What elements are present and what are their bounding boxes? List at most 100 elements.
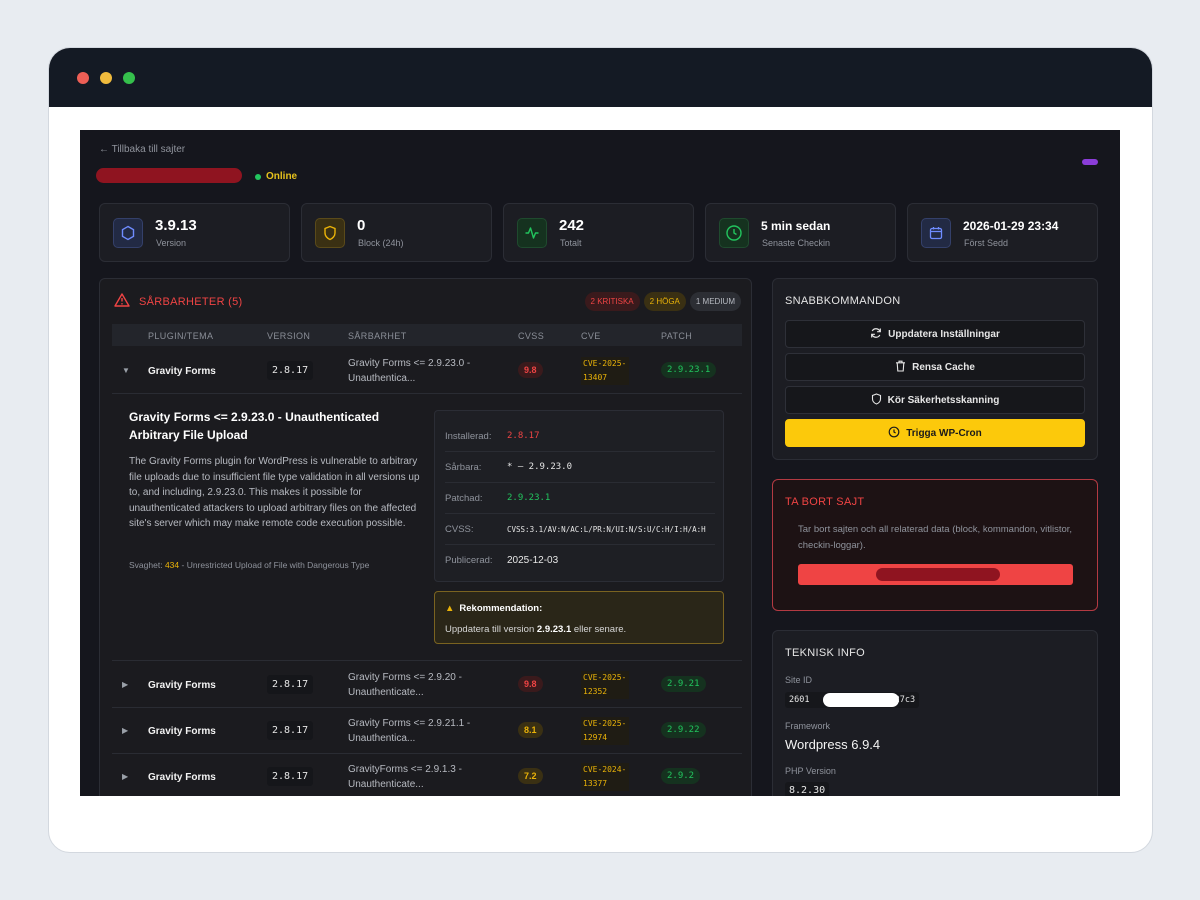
warning-icon: ▲ [445, 603, 455, 614]
high-badge: 2 HÖGA [643, 292, 686, 311]
framework-value: Wordpress 6.9.4 [785, 737, 881, 752]
vulnerabilities-header: SÅRBARHETER (5) [114, 293, 243, 310]
plugin-name: Gravity Forms [148, 366, 216, 377]
cvss-score: 8.1 [518, 722, 543, 738]
patch-version: 2.9.21 [661, 676, 706, 692]
field-label: Sårbara: [445, 462, 482, 473]
patch-version: 2.9.2 [661, 768, 701, 784]
plugin-name: Gravity Forms [148, 726, 216, 737]
update-settings-button[interactable]: Uppdatera Inställningar [785, 320, 1085, 348]
maximize-window-button[interactable] [123, 72, 135, 84]
activity-icon [517, 218, 547, 248]
button-label: Kör Säkerhetsskanning [887, 394, 1000, 406]
framework-label: Framework [785, 721, 831, 731]
cvss-score: 7.2 [518, 768, 543, 784]
menu-pill[interactable] [1082, 159, 1098, 165]
table-header: PLUGIN/TEMA VERSION SÅRBARHET CVSS CVE P… [112, 324, 742, 346]
clock-icon [719, 218, 749, 248]
recommendation-box: ▲ Rekommendation: Uppdatera till version… [434, 591, 724, 644]
clear-cache-button[interactable]: Rensa Cache [785, 353, 1085, 381]
redacted-label [876, 568, 1000, 581]
stat-value: 5 min sedan [761, 219, 831, 233]
button-label: Trigga WP-Cron [906, 427, 982, 439]
table-row[interactable]: ▼ Gravity Forms 2.8.17 Gravity Forms <= … [112, 348, 742, 394]
plugin-name: Gravity Forms [148, 680, 216, 691]
redacted-mask [823, 693, 899, 707]
field-label: CVSS: [445, 524, 474, 535]
stat-value: 3.9.13 [155, 217, 197, 234]
shield-icon [315, 218, 345, 248]
installed-version: 2.8.17 [267, 675, 314, 694]
minimize-window-button[interactable] [100, 72, 112, 84]
field-published: Publicerad: 2025-12-03 [445, 545, 715, 576]
hexagon-icon [113, 218, 143, 248]
table-row[interactable]: ▶ Gravity Forms 2.8.17 Gravity Forms <= … [112, 662, 742, 708]
cve-id[interactable]: CVE-2025-13407 [581, 357, 629, 385]
weakness-label: Svaghet: [129, 560, 163, 570]
table-row[interactable]: ▶ Gravity Forms 2.8.17 GravityForms <= 2… [112, 754, 742, 796]
cvss-score: 9.8 [518, 362, 543, 378]
back-link[interactable]: ← Tillbaka till sajter [99, 144, 185, 155]
calendar-icon [921, 218, 951, 248]
recommendation-prefix: Uppdatera till version [445, 624, 535, 635]
remove-site-panel: TA BORT SAJT Tar bort sajten och all rel… [772, 479, 1098, 611]
plugin-name: Gravity Forms [148, 772, 216, 783]
quick-commands-panel: SNABBKOMMANDON Uppdatera Inställningar R… [772, 278, 1098, 460]
stat-card-last-checkin: 5 min sedan Senaste Checkin [705, 203, 896, 262]
field-value: * – 2.9.23.0 [507, 462, 573, 472]
vulnerability-detail: Gravity Forms <= 2.9.23.0 - Unauthentica… [112, 394, 742, 661]
column-header: CVE [581, 331, 601, 341]
installed-version: 2.8.17 [267, 767, 314, 786]
table-row[interactable]: ▶ Gravity Forms 2.8.17 Gravity Forms <= … [112, 708, 742, 754]
cvss-score: 9.8 [518, 676, 543, 692]
status-label: Online [266, 171, 298, 182]
remove-site-button[interactable] [798, 564, 1073, 585]
php-version-value: 8.2.30 [785, 782, 830, 796]
stat-value: 0 [357, 217, 366, 234]
weakness-line: Svaghet: 434 - Unrestricted Upload of Fi… [129, 560, 369, 570]
field-label: Patchad: [445, 493, 483, 504]
critical-badge: 2 KRITISKA [584, 292, 640, 311]
vulnerability-summary: Gravity Forms <= 2.9.21.1 - Unauthentica… [348, 718, 471, 744]
cve-id[interactable]: CVE-2024-13377 [581, 763, 629, 791]
close-window-button[interactable] [77, 72, 89, 84]
site-name-redacted [96, 168, 242, 183]
field-patched: Patchad: 2.9.23.1 [445, 483, 715, 514]
remove-site-title: TA BORT SAJT [785, 496, 865, 508]
stat-card-first-seen: 2026-01-29 23:34 Först Sedd [907, 203, 1098, 262]
detail-description: The Gravity Forms plugin for WordPress i… [129, 456, 420, 529]
cwe-id[interactable]: 434 [165, 560, 179, 570]
refresh-icon [870, 327, 882, 342]
cve-id[interactable]: CVE-2025-12974 [581, 717, 629, 745]
status-dot [255, 173, 261, 180]
column-header: SÅRBARHET [348, 331, 407, 341]
stat-label: Senaste Checkin [762, 238, 831, 248]
field-label: Publicerad: [445, 555, 493, 566]
remove-site-description: Tar bort sajten och all relaterad data (… [798, 524, 1073, 551]
site-id-value: 2601 e27c3 [785, 692, 920, 708]
caret-down-icon[interactable]: ▼ [122, 366, 130, 375]
shield-icon [871, 392, 882, 408]
stat-label: Version [156, 238, 187, 248]
caret-right-icon[interactable]: ▶ [122, 726, 128, 735]
field-installed: Installerad: 2.8.17 [445, 421, 715, 452]
cve-id[interactable]: CVE-2025-12352 [581, 671, 629, 699]
column-header: CVSS [518, 331, 545, 341]
patch-version: 2.9.22 [661, 722, 706, 738]
site-id-start: 2601 [789, 695, 810, 705]
warning-triangle-icon [114, 293, 130, 310]
stat-value: 242 [559, 217, 585, 234]
trash-icon [895, 360, 906, 375]
trigger-wp-cron-button[interactable]: Trigga WP-Cron [785, 419, 1085, 447]
window-titlebar [49, 48, 1152, 107]
recommendation-suffix: eller senare. [573, 624, 627, 635]
detail-title: Gravity Forms <= 2.9.23.0 - Unauthentica… [129, 410, 380, 442]
recommendation-title: Rekommendation: [459, 603, 543, 614]
vulnerabilities-panel: SÅRBARHETER (5) 2 KRITISKA 2 HÖGA 1 MEDI… [99, 278, 752, 796]
field-label: Installerad: [445, 431, 492, 442]
column-header: PATCH [661, 331, 693, 341]
security-scan-button[interactable]: Kör Säkerhetsskanning [785, 386, 1085, 414]
caret-right-icon[interactable]: ▶ [122, 772, 128, 781]
weakness-text: - Unrestricted Upload of File with Dange… [181, 560, 370, 570]
caret-right-icon[interactable]: ▶ [122, 680, 128, 689]
